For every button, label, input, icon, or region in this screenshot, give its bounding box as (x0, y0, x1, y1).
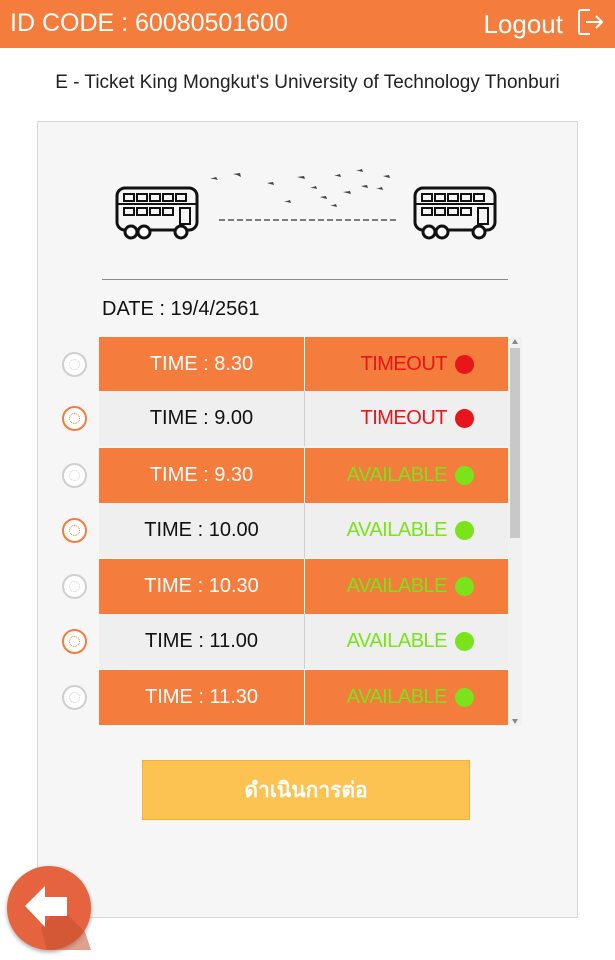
status-cell: AVAILABLE (305, 503, 508, 558)
radio-button[interactable] (62, 574, 87, 599)
scrollbar-thumb[interactable] (510, 348, 520, 538)
back-arrow-icon (25, 886, 91, 950)
time-slot-bar[interactable]: TIME : 8.30 TIMEOUT (99, 337, 508, 392)
time-slot-row[interactable]: TIME : 11.00 AVAILABLE (38, 614, 522, 669)
status-label: AVAILABLE (346, 630, 448, 652)
status-dot-icon (455, 688, 474, 707)
status-label: AVAILABLE (346, 686, 448, 708)
logout-label: Logout (483, 8, 563, 39)
time-label: TIME : 9.00 (99, 391, 305, 446)
time-slot-bar[interactable]: TIME : 9.00 TIMEOUT (99, 391, 508, 446)
status-label: AVAILABLE (346, 519, 448, 541)
status-dot-icon (455, 632, 474, 651)
time-label: TIME : 10.30 (99, 559, 305, 614)
ticket-card: DATE : 19/4/2561 TIME : 8.30 TIMEOUT TIM… (37, 121, 578, 918)
status-dot-icon (455, 355, 474, 374)
time-label: TIME : 11.30 (99, 670, 305, 725)
radio-button[interactable] (62, 463, 87, 488)
status-dot-icon (455, 409, 474, 428)
birds-illustration (115, 169, 497, 240)
time-slot-row[interactable]: TIME : 10.30 AVAILABLE (38, 559, 522, 614)
time-slot-bar[interactable]: TIME : 11.00 AVAILABLE (99, 614, 508, 669)
time-slot-row[interactable]: TIME : 10.00 AVAILABLE (38, 503, 522, 558)
time-slot-row[interactable]: TIME : 11.30 AVAILABLE (38, 670, 522, 725)
radio-button[interactable] (62, 518, 87, 543)
status-cell: TIMEOUT (305, 391, 508, 446)
time-slot-row[interactable]: TIME : 9.00 TIMEOUT (38, 391, 522, 446)
radio-button[interactable] (62, 352, 87, 377)
status-dot-icon (455, 577, 474, 596)
back-button[interactable] (7, 866, 91, 950)
time-slot-bar[interactable]: TIME : 9.30 AVAILABLE (99, 448, 508, 503)
status-cell: AVAILABLE (305, 614, 508, 669)
status-cell: AVAILABLE (305, 448, 508, 503)
time-slot-row[interactable]: TIME : 9.30 AVAILABLE (38, 448, 522, 503)
bus-icon (413, 186, 497, 240)
continue-button[interactable]: ดำเนินการต่อ (142, 760, 470, 820)
status-dot-icon (455, 521, 474, 540)
status-label: TIMEOUT (360, 353, 448, 375)
radio-button[interactable] (62, 685, 87, 710)
time-label: TIME : 11.00 (99, 614, 305, 669)
scroll-up-icon[interactable] (512, 339, 518, 344)
time-label: TIME : 10.00 (99, 503, 305, 558)
time-slot-bar[interactable]: TIME : 10.30 AVAILABLE (99, 559, 508, 614)
status-label: AVAILABLE (346, 575, 448, 597)
status-dot-icon (455, 466, 474, 485)
status-cell: AVAILABLE (305, 559, 508, 614)
radio-button[interactable] (62, 629, 87, 654)
logout-button[interactable]: Logout (483, 8, 605, 40)
logout-icon (577, 7, 605, 41)
scrollbar[interactable] (508, 337, 522, 726)
status-cell: AVAILABLE (305, 670, 508, 725)
id-code-label: ID CODE : 60080501600 (10, 9, 288, 37)
radio-button[interactable] (62, 406, 87, 431)
time-slot-row[interactable]: TIME : 8.30 TIMEOUT (38, 337, 522, 392)
top-bar: ID CODE : 60080501600 Logout (0, 0, 615, 48)
divider (102, 279, 508, 280)
page-subtitle: E - Ticket King Mongkut's University of … (55, 72, 560, 93)
time-label: TIME : 8.30 (99, 337, 305, 392)
date-label: DATE : 19/4/2561 (102, 298, 260, 320)
status-label: TIMEOUT (360, 407, 448, 429)
time-slot-bar[interactable]: TIME : 10.00 AVAILABLE (99, 503, 508, 558)
scroll-down-icon[interactable] (512, 719, 518, 724)
time-label: TIME : 9.30 (99, 448, 305, 503)
time-slot-bar[interactable]: TIME : 11.30 AVAILABLE (99, 670, 508, 725)
bus-icon (115, 186, 199, 240)
time-slot-list[interactable]: TIME : 8.30 TIMEOUT TIME : 9.00 TIMEOUT … (38, 337, 522, 726)
status-label: AVAILABLE (346, 464, 448, 486)
status-cell: TIMEOUT (305, 337, 508, 392)
